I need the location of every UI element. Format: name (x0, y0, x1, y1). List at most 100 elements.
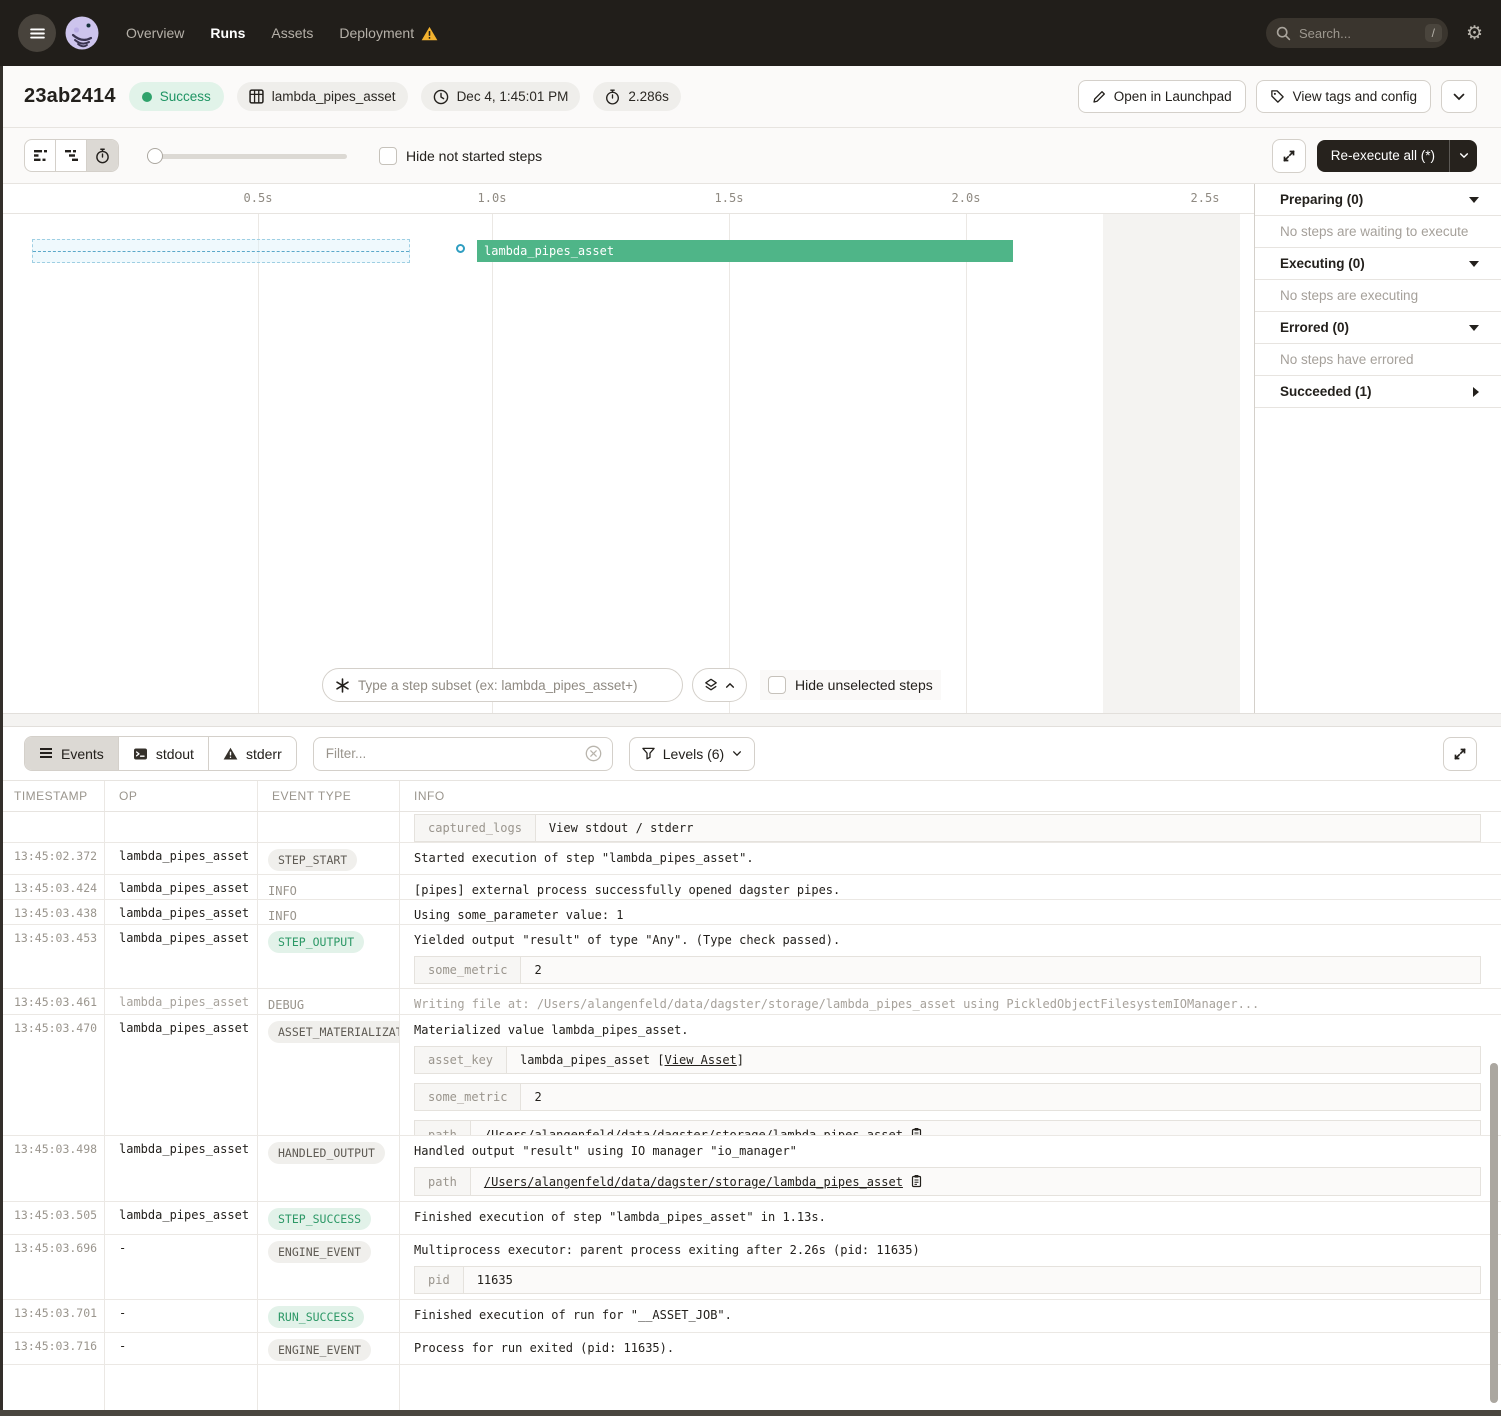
asset-tag-chip[interactable]: lambda_pipes_asset (237, 82, 408, 111)
tab-stderr[interactable]: stderr (209, 737, 296, 770)
panel-body-text: No steps are executing (1280, 288, 1418, 303)
log-event-type-cell: ASSET_MATERIALIZAT… (258, 1015, 400, 1135)
zoom-slider[interactable] (147, 148, 347, 164)
top-nav: Overview Runs Assets Deployment Search..… (0, 0, 1501, 66)
view-asset-link[interactable]: View Asset (665, 1053, 737, 1067)
log-row[interactable]: 13:45:03.453lambda_pipes_assetSTEP_OUTPU… (0, 925, 1501, 989)
log-row[interactable]: 13:45:03.498lambda_pipes_assetHANDLED_OU… (0, 1136, 1501, 1202)
gantt-step-bar[interactable]: lambda_pipes_asset (477, 240, 1013, 262)
log-info-cell: Handled output "result" using IO manager… (400, 1136, 1501, 1201)
panel-section-title: Executing (0) (1280, 256, 1365, 271)
tab-stderr-label: stderr (246, 746, 282, 762)
log-row[interactable] (0, 1365, 1501, 1416)
gantt-canvas[interactable]: lambda_pipes_asset Hide unselected steps (0, 214, 1240, 713)
metadata-link[interactable]: /Users/alangenfeld/data/dagster/storage/… (484, 1128, 903, 1135)
reexecute-dropdown-button[interactable] (1449, 140, 1477, 172)
log-info-cell: Multiprocess executor: parent process ex… (400, 1235, 1501, 1299)
copy-icon[interactable] (910, 1174, 923, 1188)
log-info-cell: Started execution of step "lambda_pipes_… (400, 843, 1501, 874)
log-row[interactable]: 13:45:03.505lambda_pipes_assetSTEP_SUCCE… (0, 1202, 1501, 1235)
log-row[interactable]: 13:45:03.461lambda_pipes_assetDEBUGWriti… (0, 989, 1501, 1015)
copy-icon[interactable] (910, 1127, 923, 1135)
vertical-scrollbar-thumb[interactable] (1490, 1063, 1498, 1403)
terminal-icon (133, 747, 148, 761)
timeline-gridline (729, 214, 730, 713)
panel-section-header[interactable]: Errored (0) (1255, 312, 1501, 344)
collapse-triangle-icon[interactable] (1469, 261, 1479, 267)
open-in-launchpad-button[interactable]: Open in Launchpad (1078, 80, 1246, 113)
nav-item-assets[interactable]: Assets (271, 25, 313, 41)
nav-item-deployment[interactable]: Deployment (339, 25, 438, 41)
col-op: OP (105, 781, 258, 811)
logs-expand-icon (1452, 746, 1468, 762)
log-op: lambda_pipes_asset (105, 1015, 258, 1135)
clear-filter-icon[interactable] (585, 745, 602, 762)
search-icon (1276, 26, 1291, 41)
logs-fullscreen-button[interactable] (1443, 737, 1477, 771)
log-event-type-cell: STEP_START (258, 843, 400, 874)
hide-unselected-checkbox[interactable]: Hide unselected steps (760, 670, 941, 700)
tab-stdout[interactable]: stdout (119, 737, 209, 770)
levels-dropdown-button[interactable]: Levels (6) (629, 737, 755, 771)
start-time-label: Dec 4, 1:45:01 PM (457, 89, 569, 104)
panel-section-header[interactable]: Preparing (0) (1255, 184, 1501, 216)
step-status-panel: Preparing (0)No steps are waiting to exe… (1254, 184, 1501, 713)
horizontal-scrollbar[interactable] (0, 1410, 1501, 1416)
metadata-key: path (415, 1168, 471, 1196)
metadata-link[interactable]: /Users/alangenfeld/data/dagster/storage/… (484, 1175, 903, 1189)
log-row[interactable]: 13:45:03.438lambda_pipes_assetINFOUsing … (0, 900, 1501, 925)
log-row[interactable]: captured_logsView stdout / stderr (0, 812, 1501, 843)
metadata-row: asset_keylambda_pipes_asset [View Asset] (415, 1047, 1481, 1074)
timeline-tick-label: 1.0s (478, 191, 507, 205)
panel-section-body: No steps are waiting to execute (1255, 216, 1501, 248)
timeline-gridline (492, 214, 493, 713)
hide-unselected-box[interactable] (768, 676, 786, 694)
log-row[interactable]: 13:45:03.470lambda_pipes_assetASSET_MATE… (0, 1015, 1501, 1136)
dagster-logo[interactable] (64, 15, 100, 51)
reexecute-all-button[interactable]: Re-execute all (*) (1317, 140, 1477, 172)
tab-events[interactable]: Events (25, 737, 119, 770)
log-event-type-pill: RUN_SUCCESS (268, 1306, 364, 1328)
timeline-tick-label: 2.0s (952, 191, 981, 205)
metadata-value: /Users/alangenfeld/data/dagster/storage/… (470, 1168, 1480, 1196)
nav-item-overview[interactable]: Overview (126, 25, 184, 41)
log-info-text: Using some_parameter value: 1 (414, 908, 1493, 922)
log-row[interactable]: 13:45:02.372lambda_pipes_assetSTEP_START… (0, 843, 1501, 875)
log-event-type-cell (258, 812, 400, 842)
log-info-text: Finished execution of run for "__ASSET_J… (414, 1308, 1493, 1322)
expand-triangle-icon[interactable] (1473, 387, 1479, 397)
hide-not-started-box[interactable] (379, 147, 397, 165)
view-mode-timed-button[interactable] (87, 140, 118, 171)
log-event-type: INFO (268, 906, 297, 923)
stopwatch-icon (605, 89, 620, 105)
log-toolbar: Events stdout stderr Levels (6) (0, 727, 1501, 780)
gantt-fullscreen-button[interactable] (1272, 139, 1306, 173)
settings-gear-icon[interactable]: ⚙ (1466, 24, 1483, 43)
panel-section-header[interactable]: Executing (0) (1255, 248, 1501, 280)
panel-section-header[interactable]: Succeeded (1) (1255, 376, 1501, 408)
log-row[interactable]: 13:45:03.701-RUN_SUCCESSFinished executi… (0, 1300, 1501, 1333)
log-row[interactable]: 13:45:03.424lambda_pipes_assetINFO[pipes… (0, 875, 1501, 900)
view-tags-config-button[interactable]: View tags and config (1256, 80, 1431, 113)
menu-button[interactable] (18, 14, 56, 52)
log-row[interactable]: 13:45:03.716-ENGINE_EVENTProcess for run… (0, 1333, 1501, 1365)
nav-item-runs[interactable]: Runs (210, 25, 245, 41)
step-subset-input[interactable] (358, 678, 670, 693)
hide-not-started-checkbox[interactable]: Hide not started steps (379, 147, 542, 165)
search-input[interactable]: Search... / (1266, 18, 1448, 48)
log-event-type-cell: INFO (258, 900, 400, 924)
collapse-triangle-icon[interactable] (1469, 325, 1479, 331)
view-mode-waterfall-button[interactable] (56, 140, 87, 171)
stderr-warning-icon (223, 747, 238, 760)
metadata-value-text: 2 (534, 1090, 541, 1104)
log-filter-input[interactable] (326, 746, 577, 761)
log-event-type: INFO (268, 881, 297, 898)
zoom-slider-thumb[interactable] (147, 148, 163, 164)
log-row[interactable]: 13:45:03.696-ENGINE_EVENTMultiprocess ex… (0, 1235, 1501, 1300)
graph-options-button[interactable] (692, 668, 747, 702)
run-actions-dropdown-button[interactable] (1441, 80, 1477, 113)
collapse-triangle-icon[interactable] (1469, 197, 1479, 203)
duration-chip: 2.286s (593, 82, 681, 111)
section-divider[interactable] (0, 713, 1501, 727)
view-mode-flat-button[interactable] (25, 140, 56, 171)
